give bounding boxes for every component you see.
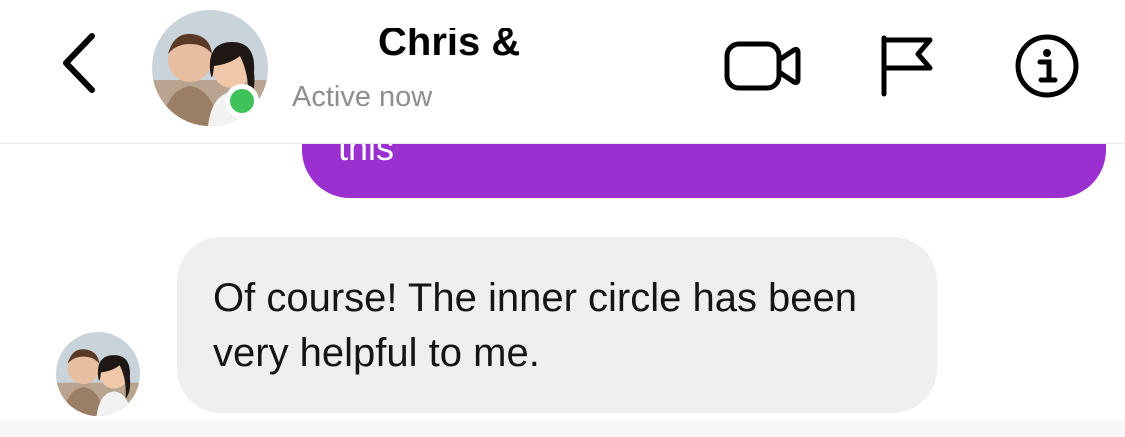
info-icon: [1015, 34, 1079, 98]
contact-name-text: Chris & Lauren: [378, 28, 528, 64]
video-camera-icon: [724, 41, 801, 91]
flag-icon: [881, 35, 933, 97]
online-status-dot: [225, 84, 259, 118]
video-call-button[interactable]: [722, 36, 802, 96]
chevron-left-icon: [63, 33, 95, 93]
sender-avatar[interactable]: [56, 332, 140, 416]
contact-name[interactable]: Chris & Lauren: [378, 28, 528, 68]
chat-header: Chris & Lauren Active now: [0, 0, 1125, 144]
info-button[interactable]: [1013, 32, 1081, 100]
composer-edge: [0, 420, 1125, 437]
received-message-text: Of course! The inner circle has been ver…: [213, 276, 858, 375]
active-status: Active now: [292, 81, 433, 113]
received-message-bubble: Of course! The inner circle has been ver…: [177, 237, 937, 413]
report-button[interactable]: [878, 30, 936, 100]
back-button[interactable]: [52, 28, 108, 98]
couple-photo-icon: [56, 332, 140, 416]
